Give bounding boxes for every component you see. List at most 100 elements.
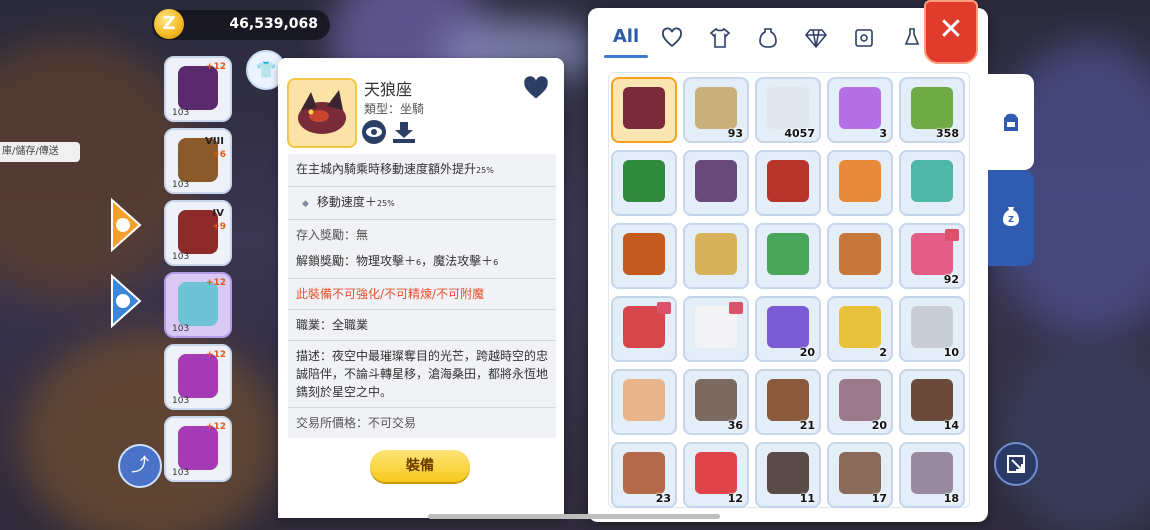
inventory-item[interactable]: 12 (683, 442, 749, 508)
inventory-item[interactable]: 20 (827, 369, 893, 435)
favorite-heart-icon[interactable] (522, 74, 550, 102)
equip-button[interactable]: 裝備 (370, 450, 470, 482)
inventory-item[interactable] (611, 223, 677, 289)
inventory-panel: All ✕ 93 4057 3 358 92 20 2 10 36 21 20 14 23 12 11 17 1… (588, 0, 988, 522)
inventory-item[interactable]: 21 (755, 369, 821, 435)
equip-slot[interactable]: +12 103 (164, 56, 232, 122)
item-quantity: 93 (727, 127, 743, 140)
item-icon (695, 233, 737, 275)
inventory-item[interactable] (611, 369, 677, 435)
refine-level: +12 (205, 62, 226, 72)
item-detail-body: 在主城內騎乘時移動速度額外提升25% ◆ 移動速度＋25% 存入獎勵：無 解鎖獎勵… (288, 154, 556, 438)
inventory-grid: 93 4057 3 358 92 20 2 10 36 21 20 14 23 12 11 17 18 (608, 72, 970, 508)
equip-slot[interactable]: VIII +6 103 (164, 128, 232, 194)
item-icon (839, 452, 881, 494)
refine-level: +6 (212, 150, 226, 160)
inventory-item[interactable] (683, 223, 749, 289)
shirt-icon: 👕 (256, 60, 276, 79)
inventory-item[interactable] (683, 150, 749, 216)
inventory-item[interactable]: 3 (827, 77, 893, 143)
item-name: 天狼座 (364, 80, 413, 99)
inventory-item[interactable] (683, 296, 749, 362)
preview-eye-icon[interactable] (362, 120, 386, 144)
inventory-item[interactable] (827, 150, 893, 216)
zeny-amount: 46,539,068 (229, 16, 318, 32)
inventory-item[interactable]: 11 (755, 442, 821, 508)
item-quantity: 10 (943, 346, 959, 359)
tab-equipment[interactable] (702, 18, 738, 58)
item-quantity: 3 (879, 127, 887, 140)
inventory-item[interactable] (755, 150, 821, 216)
inventory-item[interactable]: 2 (827, 296, 893, 362)
item-icon (695, 87, 737, 129)
item-icon (623, 233, 665, 275)
inventory-item[interactable]: 17 (827, 442, 893, 508)
item-quantity: 20 (871, 419, 887, 432)
equip-item-icon (178, 66, 218, 110)
equip-item-icon (178, 426, 218, 470)
equip-slot[interactable]: +12 103 (164, 272, 232, 338)
item-thumbnail (287, 78, 357, 148)
sirius-mount-icon (289, 80, 355, 146)
equip-level: 103 (172, 468, 190, 478)
inventory-item[interactable] (755, 223, 821, 289)
item-type: 類型：坐騎 (364, 102, 425, 116)
inventory-item[interactable]: 18 (899, 442, 965, 508)
inventory-item[interactable]: 20 (755, 296, 821, 362)
diamond-icon (805, 29, 827, 49)
minimize-button[interactable] (994, 442, 1038, 486)
item-icon (767, 87, 809, 129)
item-icon (767, 233, 809, 275)
inventory-item[interactable] (611, 296, 677, 362)
item-job: 職業：全職業 (288, 310, 556, 341)
tab-gems[interactable] (798, 18, 834, 58)
inventory-item[interactable]: 92 (899, 223, 965, 289)
item-quantity: 36 (727, 419, 743, 432)
item-icon (623, 160, 665, 202)
share-icon: ⤴ (131, 455, 149, 476)
item-quantity: 17 (871, 492, 887, 505)
equip-level: 103 (172, 180, 190, 190)
side-tab-backpack[interactable] (988, 74, 1034, 170)
item-quantity: 20 (799, 346, 815, 359)
tab-cards[interactable] (846, 18, 882, 58)
equip-tab-arrow[interactable] (110, 196, 144, 254)
zeny-bag-icon: Z (1003, 207, 1019, 226)
side-tab-zeny-bag[interactable]: Z (988, 170, 1034, 266)
item-quantity: 14 (943, 419, 959, 432)
tab-all[interactable]: All (604, 18, 648, 58)
tab-consumables[interactable] (750, 18, 786, 58)
equip-slot[interactable]: +12 103 (164, 344, 232, 410)
inventory-item[interactable]: 14 (899, 369, 965, 435)
equip-item-icon (178, 354, 218, 398)
item-quantity: 18 (943, 492, 959, 505)
inventory-item[interactable]: 23 (611, 442, 677, 508)
potion-bag-icon (759, 28, 777, 48)
close-button[interactable]: ✕ (924, 0, 978, 64)
bullet-diamond-icon: ◆ (302, 199, 309, 209)
item-icon (695, 160, 737, 202)
inventory-item[interactable]: 358 (899, 77, 965, 143)
equip-slot[interactable]: IV +9 103 (164, 200, 232, 266)
download-icon[interactable] (391, 120, 417, 144)
card-icon (855, 29, 873, 47)
equip-slot[interactable]: +12 103 (164, 416, 232, 482)
item-quantity: 11 (799, 492, 815, 505)
trade-price: 交易所價格：不可交易 (296, 416, 417, 430)
inventory-item[interactable]: 4057 (755, 77, 821, 143)
storage-info-label: 庫/儲存/傳送 (0, 142, 80, 162)
inventory-item[interactable] (611, 150, 677, 216)
character-tab-arrow[interactable] (110, 272, 144, 330)
misc-icon (904, 28, 920, 45)
equip-level: 103 (172, 252, 190, 262)
inventory-item[interactable] (899, 150, 965, 216)
share-button[interactable]: ⤴ (118, 444, 162, 488)
inventory-item[interactable] (611, 77, 677, 143)
item-quantity: 2 (879, 346, 887, 359)
inventory-item[interactable]: 93 (683, 77, 749, 143)
inventory-item[interactable] (827, 223, 893, 289)
inventory-item[interactable]: 10 (899, 296, 965, 362)
tab-favorites[interactable] (654, 18, 690, 58)
inventory-item[interactable]: 36 (683, 369, 749, 435)
item-quantity: 23 (655, 492, 671, 505)
